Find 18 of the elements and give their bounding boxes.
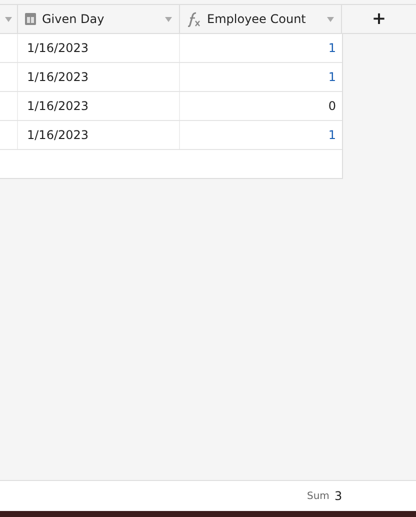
table-cell: 1/16/2023 (18, 121, 180, 149)
table-cell-text: 1 (327, 69, 337, 86)
column-header[interactable]: Given Day (18, 5, 180, 33)
table-cell: 1/16/2023 (18, 34, 180, 62)
sum-value: 3 (334, 488, 342, 505)
sum-label: Sum (307, 490, 330, 504)
table-cell-text: 1 (327, 127, 337, 144)
caret-icon[interactable] (165, 16, 172, 22)
column-header[interactable]: Employee Count (180, 5, 342, 33)
add-column-button[interactable]: + (372, 10, 386, 28)
caret-icon[interactable] (327, 16, 334, 22)
table-cell: 1/16/2023 (18, 92, 180, 120)
caret-icon[interactable] (5, 16, 12, 22)
table-cell-text: 0 (327, 98, 337, 115)
table-cell-text: 1 (327, 40, 337, 57)
table-cell: 1/16/2023 (18, 63, 180, 91)
formula-icon (187, 12, 201, 26)
calendar-icon (25, 13, 36, 25)
